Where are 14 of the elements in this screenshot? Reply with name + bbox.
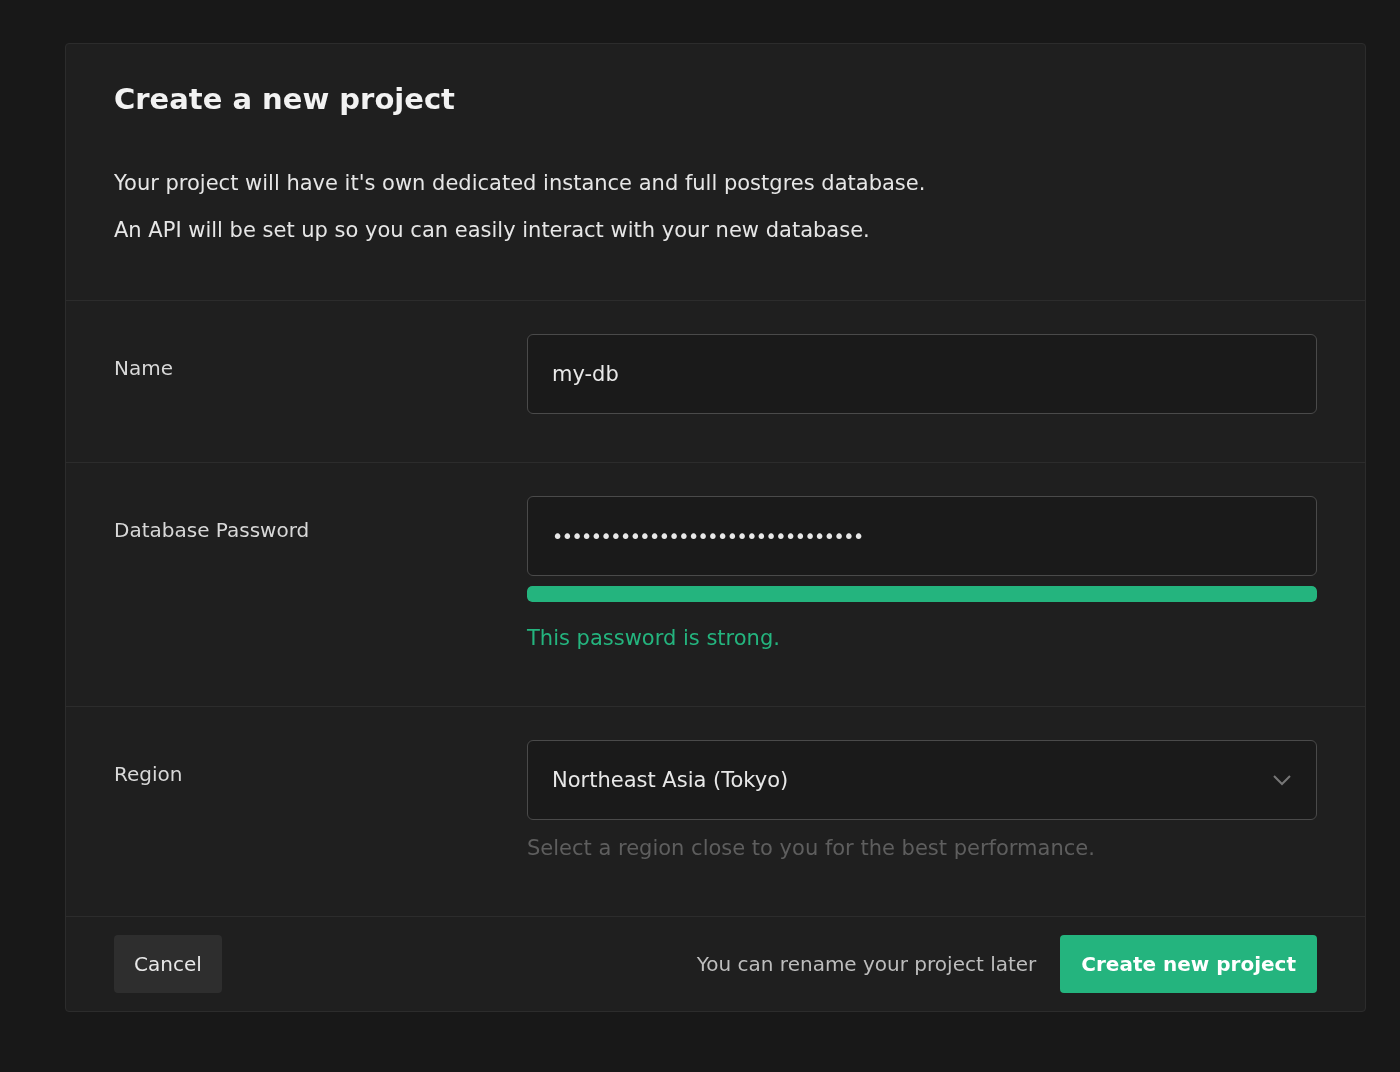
region-select[interactable]: Northeast Asia (Tokyo) [527, 740, 1317, 820]
password-input[interactable]: •••••••••••••••••••••••••••••••• [527, 496, 1317, 576]
chevron-down-icon [1272, 774, 1292, 786]
region-hint: Select a region close to you for the best performance. [527, 836, 1096, 860]
strength-message: This password is strong. [527, 626, 781, 650]
footer-note: You can rename your project later [696, 952, 1037, 976]
cancel-button[interactable]: Cancel [114, 935, 222, 993]
dialog-title: Create a new project [114, 82, 456, 116]
field-label: Name [114, 355, 174, 382]
field-label: Region [114, 761, 184, 788]
description-text: An API will be set up so you can easily interact with your new database. [114, 217, 871, 244]
field-label: Database Password [114, 517, 311, 544]
description-text: Your project will have it's own dedicated instance and full postgres database. [114, 170, 927, 197]
name-input[interactable]: my-db [527, 334, 1317, 414]
